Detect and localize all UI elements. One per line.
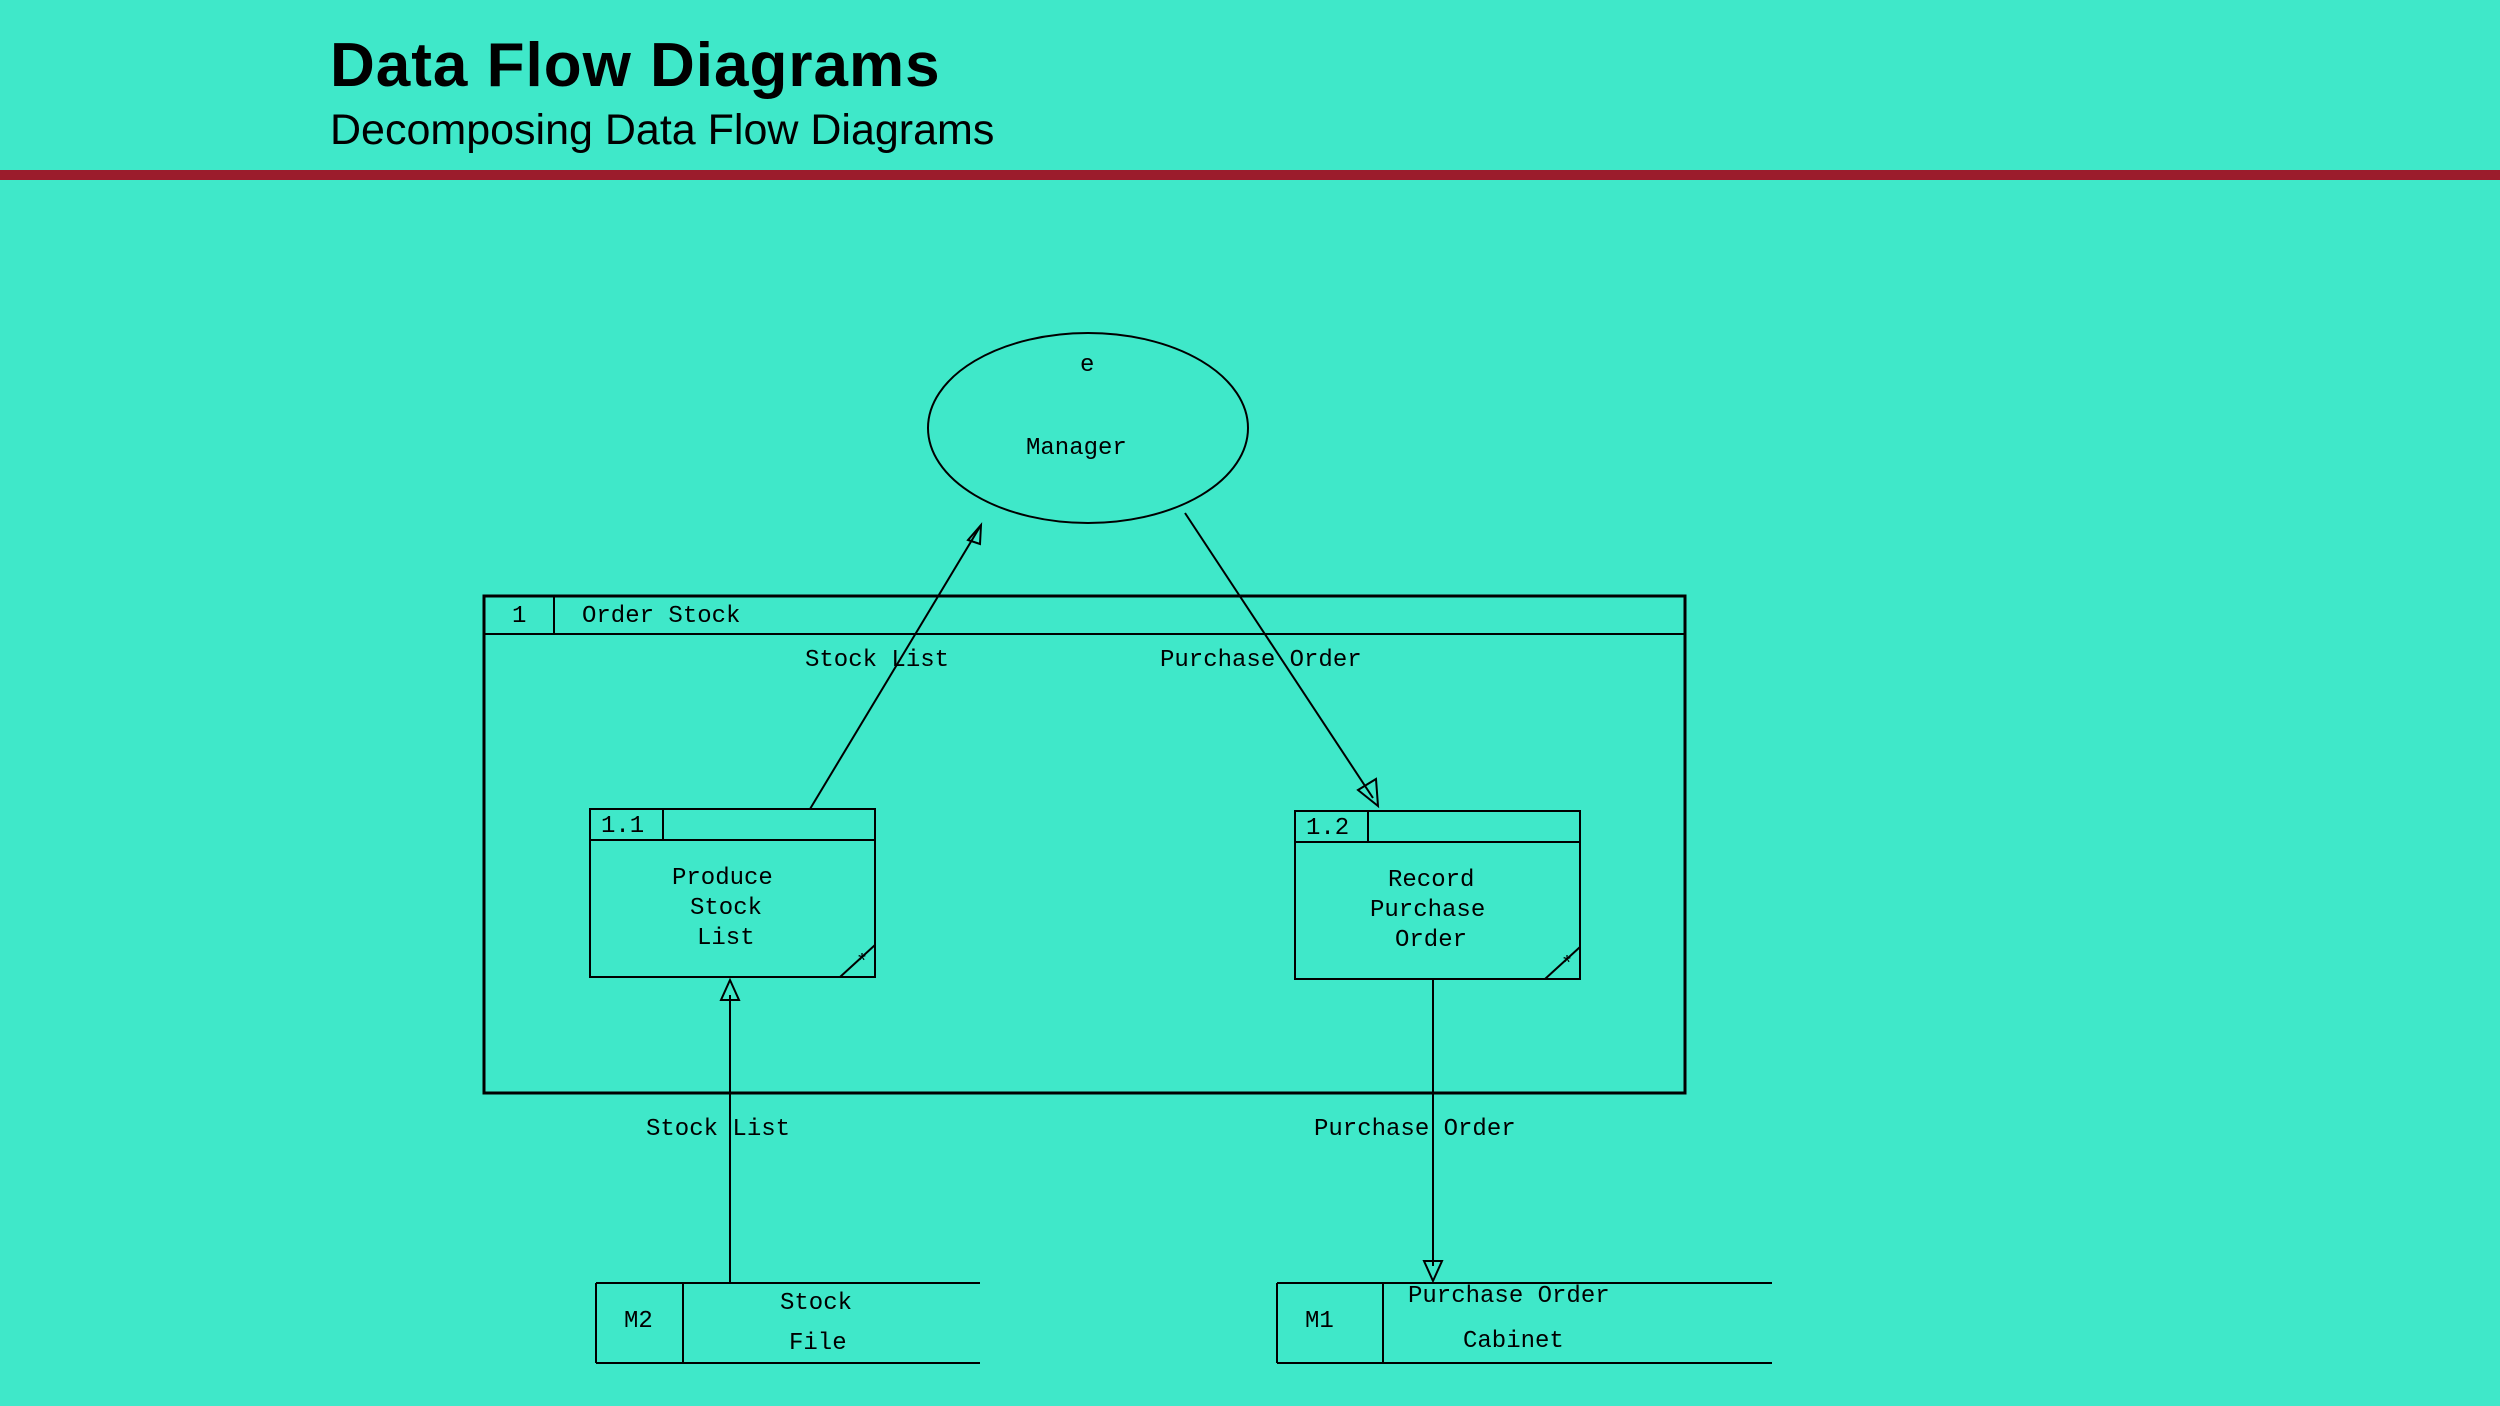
flow-label-stocklist-top: Stock List	[805, 647, 949, 674]
entity-id: e	[1080, 352, 1094, 379]
ds-m2-id: M2	[624, 1308, 653, 1335]
ds-m2-name2: File	[789, 1330, 847, 1357]
process-1-1-asterisk: *	[856, 952, 868, 975]
diagram-canvas: e Manager 1 Order Stock 1.1 Produce Stoc…	[0, 0, 2500, 1406]
ds-m1-name1: Purchase Order	[1408, 1283, 1610, 1310]
ds-m1-name2: Cabinet	[1463, 1328, 1564, 1355]
flow-label-stocklist-bottom: Stock List	[646, 1116, 790, 1143]
process-1-2-asterisk: *	[1561, 954, 1573, 977]
ds-m2-name1: Stock	[780, 1290, 852, 1317]
process-1-1-line3: List	[697, 925, 755, 952]
entity-name: Manager	[1026, 435, 1127, 462]
process-1-1-line2: Stock	[690, 895, 762, 922]
parent-process-id: 1	[512, 603, 526, 630]
process-1-2-id: 1.2	[1306, 815, 1349, 842]
parent-process-name: Order Stock	[582, 603, 740, 630]
process-1-2-line1: Record	[1388, 867, 1474, 894]
diagram-svg	[0, 0, 2500, 1406]
flow-label-po-top: Purchase Order	[1160, 647, 1362, 674]
ds-m1-id: M1	[1305, 1308, 1334, 1335]
process-1-1-line1: Produce	[672, 865, 773, 892]
arrow-po-to-1-2	[1358, 779, 1378, 806]
process-1-2-line2: Purchase	[1370, 897, 1485, 924]
flow-label-po-bottom: Purchase Order	[1314, 1116, 1516, 1143]
process-1-1-id: 1.1	[601, 813, 644, 840]
parent-process-box	[484, 596, 1685, 1093]
process-1-2-line3: Order	[1395, 927, 1467, 954]
